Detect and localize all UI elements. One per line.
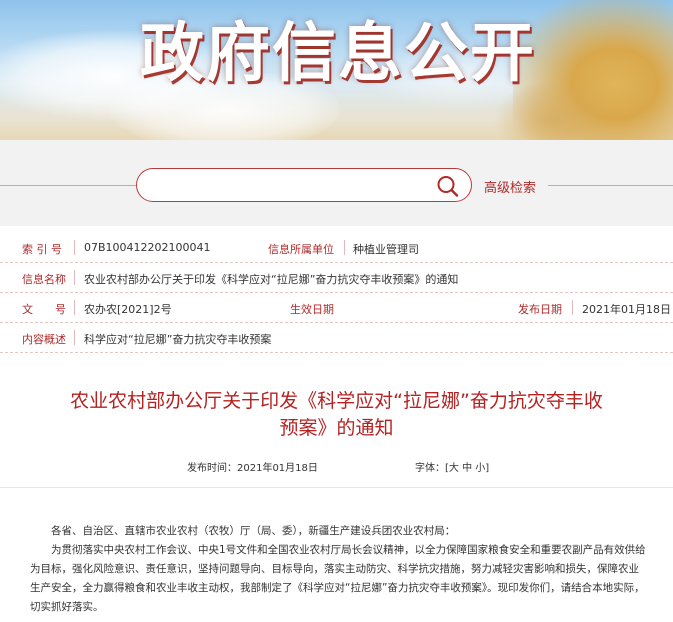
document-number-label: 文 号 (22, 303, 66, 316)
index-number-label: 索 引 号 (22, 243, 62, 256)
search-box[interactable] (136, 168, 472, 202)
department-label: 信息所属单位 (268, 243, 334, 256)
search-divider-line (0, 185, 136, 186)
article-title: 农业农村部办公厅关于印发《科学应对“拉尼娜”奋力抗灾夺丰收 预案》的通知 (20, 388, 653, 442)
summary-label: 内容概述 (22, 333, 66, 346)
info-name-label: 信息名称 (22, 273, 66, 286)
divider (572, 300, 573, 315)
info-row: 索 引 号 07B100412202100041 信息所属单位 种植业管理司 (0, 233, 673, 263)
info-row: 文 号 农办农[2021]2号 生效日期 发布日期 2021年01月18日 (0, 293, 673, 323)
advanced-search-link[interactable]: 高级检索 (484, 177, 536, 196)
article-body: 各省、自治区、直辖市农业农村（农牧）厅（局、委），新疆生产建设兵团农业农村局： … (30, 522, 648, 617)
divider (0, 487, 673, 488)
search-icon[interactable] (435, 174, 461, 198)
banner: 政府信息公开 (0, 0, 673, 140)
divider (74, 270, 75, 285)
search-section: 高级检索 (0, 140, 673, 226)
divider (74, 300, 75, 315)
paragraph: 各省、自治区、直辖市农业农村（农牧）厅（局、委），新疆生产建设兵团农业农村局： (51, 525, 456, 537)
search-input[interactable] (151, 175, 421, 195)
publish-time: 发布时间：2021年01月18日 (187, 463, 318, 474)
article-title-line: 预案》的通知 (279, 417, 394, 439)
search-divider-line (548, 185, 673, 186)
effective-date-label: 生效日期 (290, 303, 334, 316)
index-number-value: 07B100412202100041 (84, 241, 211, 254)
publish-date-value: 2021年01月18日 (582, 303, 671, 316)
article-title-line: 农业农村部办公厅关于印发《科学应对“拉尼娜”奋力抗灾夺丰收 (70, 390, 603, 412)
paragraph: 为贯彻落实中央农村工作会议、中央1号文件和全国农业农村厅局长会议精神，以全力保障… (30, 544, 646, 613)
document-number-value: 农办农[2021]2号 (84, 303, 172, 316)
info-row: 信息名称 农业农村部办公厅关于印发《科学应对“拉尼娜”奋力抗灾夺丰收预案》的通知 (0, 263, 673, 293)
summary-value: 科学应对“拉尼娜”奋力抗灾夺丰收预案 (84, 333, 272, 346)
info-name-value: 农业农村部办公厅关于印发《科学应对“拉尼娜”奋力抗灾夺丰收预案》的通知 (84, 273, 459, 286)
department-value: 种植业管理司 (353, 243, 419, 256)
font-size-selector[interactable]: 字体：[大 中 小] (415, 459, 489, 474)
divider (74, 240, 75, 255)
banner-title: 政府信息公开 (140, 17, 536, 91)
publish-date-label: 发布日期 (518, 303, 562, 316)
info-table: 索 引 号 07B100412202100041 信息所属单位 种植业管理司 信… (0, 233, 673, 353)
divider (74, 330, 75, 345)
info-row: 内容概述 科学应对“拉尼娜”奋力抗灾夺丰收预案 (0, 323, 673, 353)
divider (344, 240, 345, 255)
